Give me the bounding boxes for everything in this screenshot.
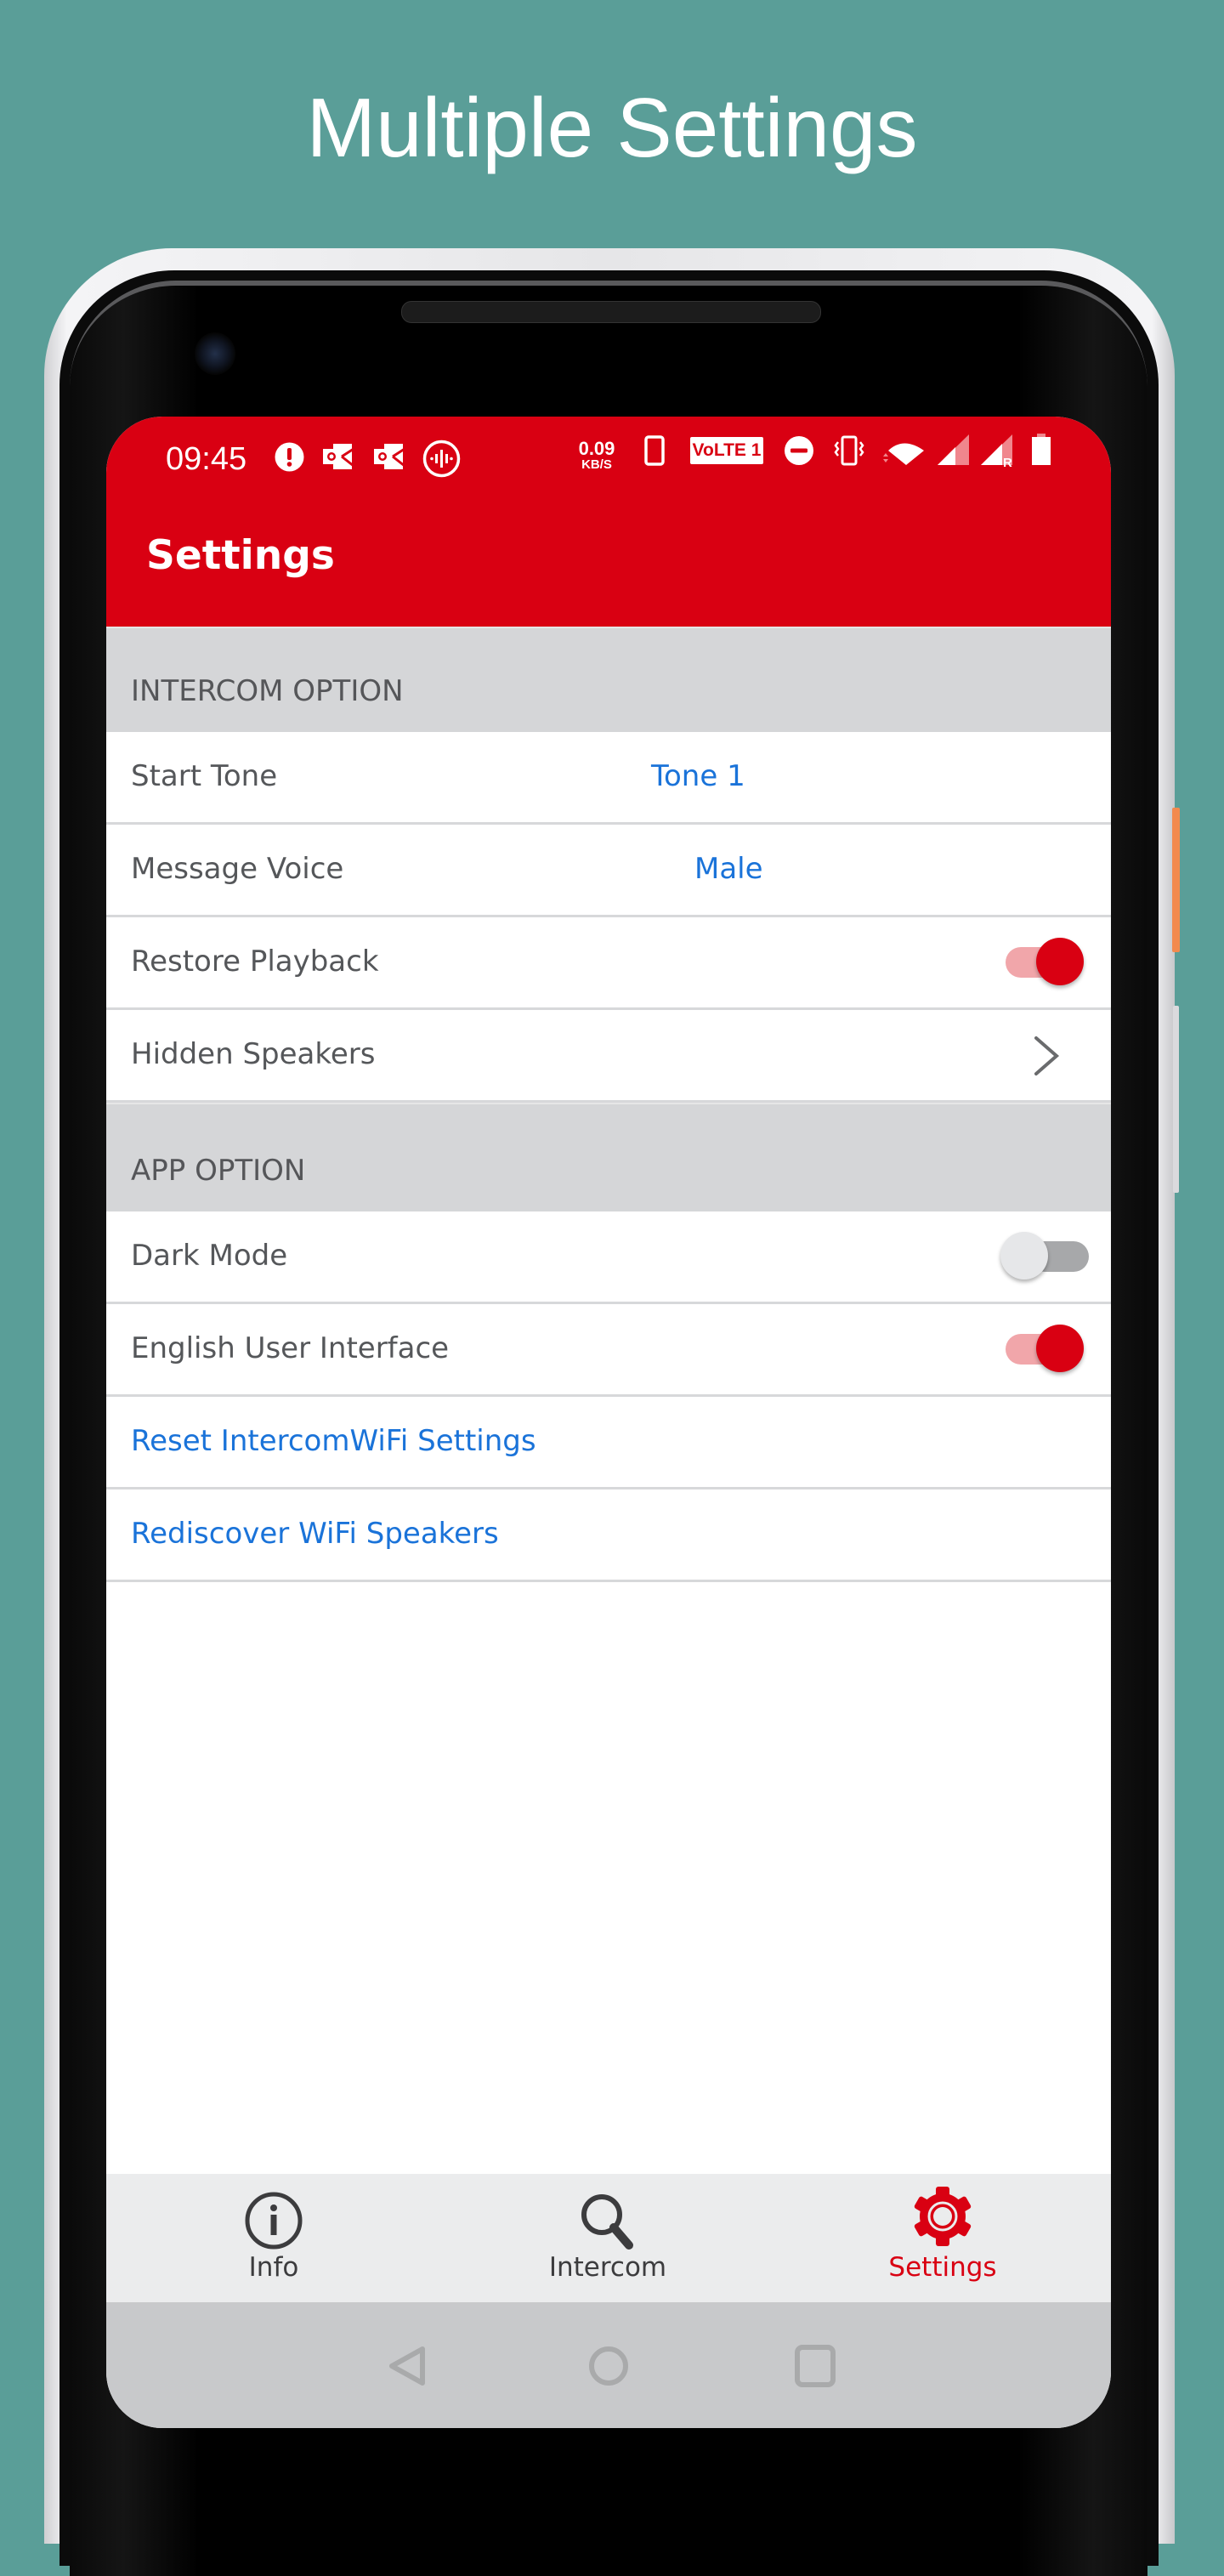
rediscover-speakers-action[interactable]: Rediscover WiFi Speakers (106, 1489, 1111, 1582)
settings-list: INTERCOM OPTION Start Tone Tone 1 Messag… (106, 627, 1111, 1582)
rediscover-speakers-link[interactable]: Rediscover WiFi Speakers (131, 1515, 499, 1552)
reset-settings-link[interactable]: Reset IntercomWiFi Settings (131, 1422, 536, 1460)
setting-label: Message Voice (131, 852, 344, 886)
page-title: Settings (146, 532, 335, 579)
section-title: INTERCOM OPTION (131, 674, 404, 708)
home-icon[interactable] (583, 2341, 634, 2392)
roaming-label: R (1003, 456, 1012, 468)
battery-icon (1032, 434, 1051, 465)
back-icon[interactable] (383, 2341, 434, 2392)
setting-dark-mode: Dark Mode (106, 1211, 1111, 1304)
promo-title: Multiple Settings (306, 81, 918, 174)
net-speed: 0.09 KB/S (578, 438, 615, 472)
alert-icon (275, 442, 304, 472)
nav-item-info[interactable]: Info (146, 2174, 401, 2302)
setting-message-voice[interactable]: Message Voice Male (106, 825, 1111, 917)
nav-label: Intercom (548, 2252, 667, 2283)
toggle-thumb (1036, 1325, 1084, 1372)
outlook-icon (323, 444, 354, 469)
start-tone-value[interactable]: Tone 1 (651, 757, 745, 795)
signal-roaming-icon: R (981, 434, 1012, 468)
gear-icon (914, 2187, 972, 2246)
section-title: APP OPTION (131, 1154, 306, 1188)
wifi-icon (883, 443, 924, 465)
toggle-thumb (1036, 938, 1084, 985)
bottom-navigation: Info Intercom Settings (106, 2174, 1111, 2302)
section-header-app: APP OPTION (106, 1103, 1111, 1211)
status-time: 09:45 (166, 441, 247, 477)
setting-english-ui: English User Interface (106, 1304, 1111, 1397)
signal-icon (938, 434, 969, 465)
earpiece-speaker (401, 301, 821, 323)
setting-hidden-speakers[interactable]: Hidden Speakers (106, 1010, 1111, 1103)
vibrate-icon (834, 435, 864, 466)
recents-icon[interactable] (790, 2341, 841, 2392)
message-voice-value[interactable]: Male (694, 850, 763, 888)
dark-mode-toggle[interactable] (1000, 1230, 1089, 1281)
setting-restore-playback: Restore Playback (106, 917, 1111, 1010)
toggle-thumb (1000, 1232, 1048, 1279)
power-button (1172, 808, 1180, 952)
system-navigation-bar (106, 2302, 1111, 2428)
volte-icon: VoLTE 1 (690, 437, 763, 464)
phone-screen: 09:45 0.09 KB/S VoLTE 1 R Settings INTERC (106, 417, 1111, 2428)
do-not-disturb-icon (785, 436, 813, 465)
volume-button (1173, 1006, 1179, 1193)
setting-start-tone[interactable]: Start Tone Tone 1 (106, 732, 1111, 825)
search-icon (581, 2194, 633, 2250)
reset-settings-action[interactable]: Reset IntercomWiFi Settings (106, 1397, 1111, 1489)
nav-item-intercom[interactable]: Intercom (480, 2174, 735, 2302)
chevron-right-icon (1034, 1036, 1060, 1075)
front-camera (195, 332, 235, 375)
english-ui-toggle[interactable] (1000, 1323, 1085, 1374)
setting-label: Dark Mode (131, 1239, 288, 1273)
nav-label: Info (248, 2252, 299, 2283)
section-header-intercom: INTERCOM OPTION (106, 627, 1111, 732)
phone-device-icon (644, 435, 665, 466)
nav-item-settings[interactable]: Settings (815, 2174, 1070, 2302)
setting-label: Hidden Speakers (131, 1037, 376, 1071)
volte-label: VoLTE 1 (692, 440, 762, 460)
outlook-icon (374, 444, 405, 469)
app-bar: 09:45 0.09 KB/S VoLTE 1 R Settings (106, 417, 1111, 627)
setting-label: Restore Playback (131, 945, 379, 979)
status-bar: 09:45 0.09 KB/S VoLTE 1 R (106, 417, 1111, 502)
setting-label: English User Interface (131, 1331, 450, 1365)
info-icon (245, 2192, 303, 2250)
nav-label: Settings (888, 2252, 997, 2283)
voice-recorder-icon (422, 440, 461, 478)
restore-playback-toggle[interactable] (1000, 936, 1085, 987)
setting-label: Start Tone (131, 759, 278, 793)
